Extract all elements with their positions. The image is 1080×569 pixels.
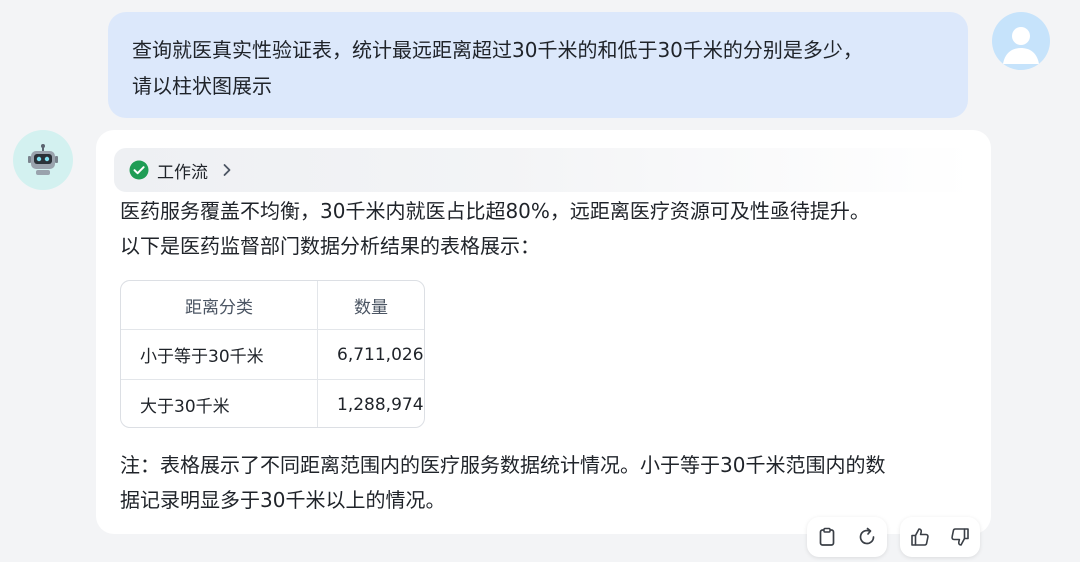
composer-edge [0,562,1080,569]
feedback-actions-group [900,517,980,557]
table-cell-category: 小于等于30千米 [121,329,318,380]
assistant-note-text: 注：表格展示了不同距离范围内的医疗服务数据统计情况。小于等于30千米范围内的数 … [120,448,970,518]
user-message-line-2: 请以柱状图展示 [132,74,272,98]
message-actions-group [807,517,887,557]
table-header-row: 距离分类 数量 [121,281,424,330]
table-header-distance: 距离分类 [121,281,318,330]
refresh-icon [859,527,875,545]
table-cell-category: 大于30千米 [121,379,318,427]
dislike-button[interactable] [947,524,973,550]
note-line-1: 注：表格展示了不同距离范围内的医疗服务数据统计情况。小于等于30千米范围内的数 [120,453,886,477]
workflow-label: 工作流 [157,162,208,183]
user-message-bubble: 查询就医真实性验证表，统计最远距离超过30千米的和低于30千米的分别是多少， 请… [108,12,968,118]
workflow-toggle[interactable]: 工作流 [114,148,974,192]
distance-count-table: 距离分类 数量 小于等于30千米 6,711,026 大于30千米 1,288,… [120,280,425,428]
like-button[interactable] [907,524,933,550]
check-circle-icon [129,160,149,180]
table-row: 小于等于30千米 6,711,026 [121,329,424,380]
intro-line-2: 以下是医药监督部门数据分析结果的表格展示： [120,234,540,258]
regenerate-button[interactable] [854,524,880,550]
assistant-avatar [13,130,73,190]
robot-icon [28,144,58,175]
user-message-line-1: 查询就医真实性验证表，统计最远距离超过30千米的和低于30千米的分别是多少， [132,38,863,62]
intro-line-1: 医药服务覆盖不均衡，30千米内就医占比超80%，远距离医疗资源可及性亟待提升。 [120,199,870,223]
thumbs-down-icon [951,528,969,546]
table-header-count: 数量 [317,281,424,330]
copy-button[interactable] [814,524,840,550]
table-cell-count: 6,711,026 [317,329,424,380]
table-cell-count: 1,288,974 [337,394,424,415]
assistant-intro-text: 医药服务覆盖不均衡，30千米内就医占比超80%，远距离医疗资源可及性亟待提升。 … [120,194,970,264]
user-silhouette-icon [1003,27,1039,64]
table-row: 大于30千米 1,288,974 [121,379,424,427]
user-avatar[interactable] [992,12,1050,70]
assistant-message-card: 工作流 医药服务覆盖不均衡，30千米内就医占比超80%，远距离医疗资源可及性亟待… [96,130,991,534]
thumbs-up-icon [911,528,929,546]
clipboard-icon [819,527,835,546]
note-line-2: 据记录明显多于30千米以上的情况。 [120,488,446,512]
chevron-right-icon [223,164,231,176]
